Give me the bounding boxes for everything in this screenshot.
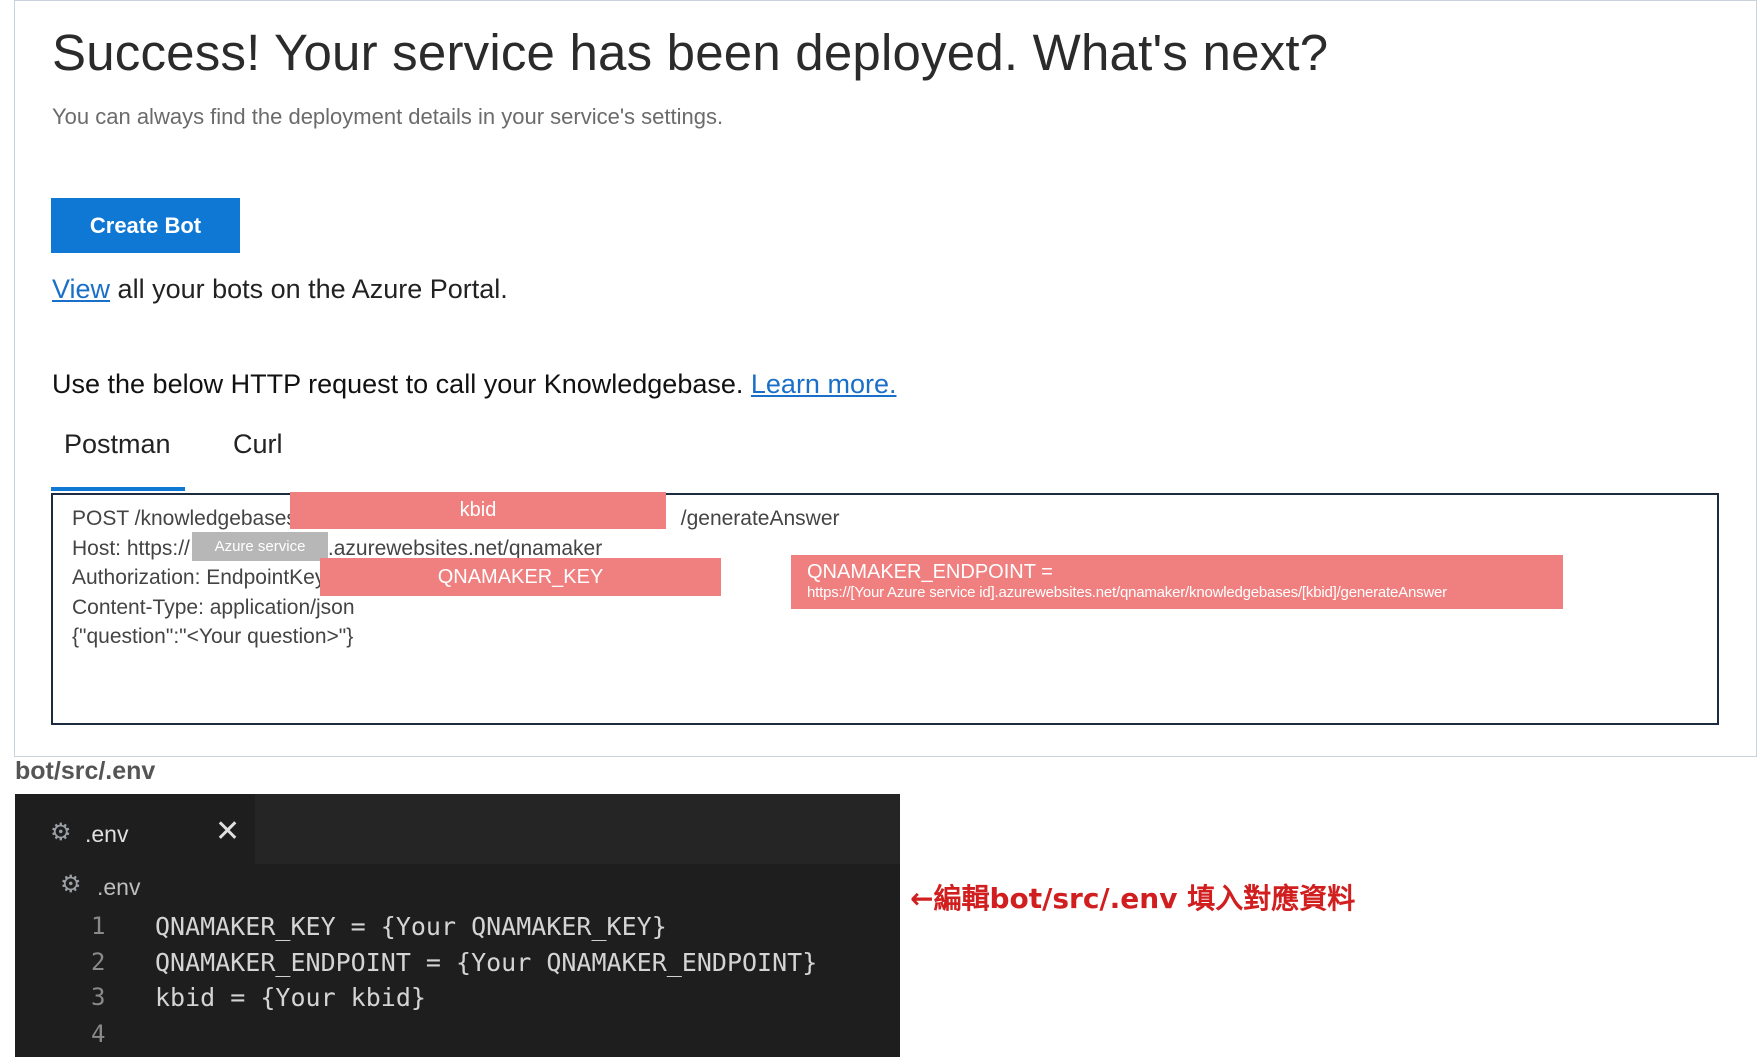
- code-editor: ⚙ .env ✕ ⚙ .env 1 2 3 4 QNAMAKER_KEY = {…: [15, 794, 900, 1057]
- code-line[interactable]: kbid = {Your kbid}: [155, 983, 426, 1012]
- active-tab-indicator: [51, 487, 185, 491]
- gear-icon: ⚙: [50, 819, 72, 846]
- host-prefix: Host: https://: [72, 537, 190, 560]
- editor-tab-env[interactable]: ⚙ .env ✕: [15, 794, 255, 864]
- file-path-label: bot/src/.env: [15, 757, 156, 785]
- line-number: 4: [91, 1020, 106, 1048]
- line-number: 1: [91, 912, 106, 940]
- request-line-content-type: Content-Type: application/json: [72, 596, 355, 619]
- view-bots-line: View all your bots on the Azure Portal.: [52, 274, 508, 305]
- page-title: Success! Your service has been deployed.…: [52, 24, 1329, 81]
- endpoint-note-url: https://[Your Azure service id].azureweb…: [807, 584, 1447, 601]
- annotation-note: ←編輯bot/src/.env 填入對應資料: [910, 882, 1356, 915]
- azure-service-highlight: Azure service: [192, 532, 328, 561]
- endpoint-note-title: QNAMAKER_ENDPOINT =: [807, 561, 1053, 583]
- create-bot-button[interactable]: Create Bot: [51, 198, 240, 253]
- http-intro-line: Use the below HTTP request to call your …: [52, 369, 896, 400]
- close-icon[interactable]: ✕: [215, 814, 240, 849]
- deployment-panel: Success! Your service has been deployed.…: [14, 0, 1757, 757]
- line-number: 3: [91, 983, 106, 1011]
- line-number: 2: [91, 948, 106, 976]
- page-subtitle: You can always find the deployment detai…: [52, 104, 724, 129]
- post-prefix: POST /knowledgebases/: [72, 507, 303, 530]
- learn-more-link[interactable]: Learn more.: [751, 369, 897, 399]
- tab-postman[interactable]: Postman: [64, 429, 171, 460]
- qnamaker-endpoint-note: QNAMAKER_ENDPOINT = https://[Your Azure …: [791, 555, 1563, 609]
- http-intro-text: Use the below HTTP request to call your …: [52, 369, 751, 399]
- editor-tab-bar: ⚙ .env ✕: [15, 794, 900, 864]
- breadcrumb[interactable]: .env: [97, 874, 140, 901]
- breadcrumb-gear-icon: ⚙: [60, 871, 82, 898]
- code-line[interactable]: QNAMAKER_ENDPOINT = {Your QNAMAKER_ENDPO…: [155, 948, 817, 977]
- kbid-highlight: kbid: [290, 492, 666, 529]
- editor-tab-label: .env: [85, 821, 129, 847]
- request-line-body: {"question":"<Your question>"}: [72, 625, 354, 648]
- code-line[interactable]: QNAMAKER_KEY = {Your QNAMAKER_KEY}: [155, 912, 667, 941]
- request-line-auth: Authorization: EndpointKey: [72, 566, 326, 589]
- view-bots-text: all your bots on the Azure Portal.: [110, 274, 508, 304]
- view-link[interactable]: View: [52, 274, 110, 304]
- host-suffix: .azurewebsites.net/qnamaker: [327, 537, 603, 560]
- qnamaker-key-highlight: QNAMAKER_KEY: [320, 558, 721, 596]
- post-suffix: /generateAnswer: [680, 507, 840, 530]
- tab-curl[interactable]: Curl: [233, 429, 283, 460]
